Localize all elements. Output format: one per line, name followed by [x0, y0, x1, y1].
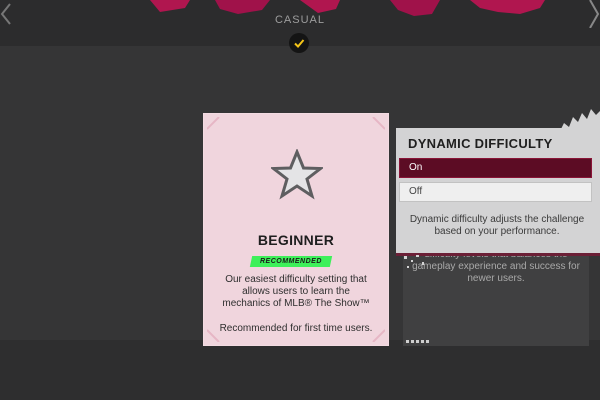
difficulty-title: BEGINNER: [257, 232, 335, 248]
difficulty-description: Our easiest difficulty setting that allo…: [222, 274, 370, 309]
corner-accent-icon: [372, 117, 385, 130]
difficulty-note: Recommended for first time users.: [219, 323, 373, 334]
paint-specks-decoration: [404, 255, 424, 268]
dynamic-difficulty-panel: DYNAMIC DIFFICULTY On Off Dynamic diffic…: [396, 128, 600, 256]
recommended-badge-label: RECOMMENDED: [260, 258, 322, 265]
option-off[interactable]: Off: [399, 182, 592, 202]
option-off-label: Off: [409, 186, 423, 197]
pagination-dots-icon: [406, 340, 429, 343]
corner-accent-icon: [207, 117, 220, 130]
difficulty-card-beginner[interactable]: BEGINNER RECOMMENDED Our easiest difficu…: [203, 113, 389, 346]
dynamic-difficulty-title: DYNAMIC DIFFICULTY: [408, 136, 553, 151]
option-on[interactable]: On: [399, 158, 592, 178]
option-on-label: On: [409, 162, 423, 173]
recommended-badge: RECOMMENDED: [249, 256, 333, 267]
star-icon: [271, 149, 323, 200]
footer-band: [0, 340, 600, 400]
mode-label: CASUAL: [274, 14, 326, 26]
dynamic-difficulty-description: Dynamic difficulty adjusts the challenge…: [409, 214, 585, 237]
checkmark-icon: [289, 33, 309, 53]
